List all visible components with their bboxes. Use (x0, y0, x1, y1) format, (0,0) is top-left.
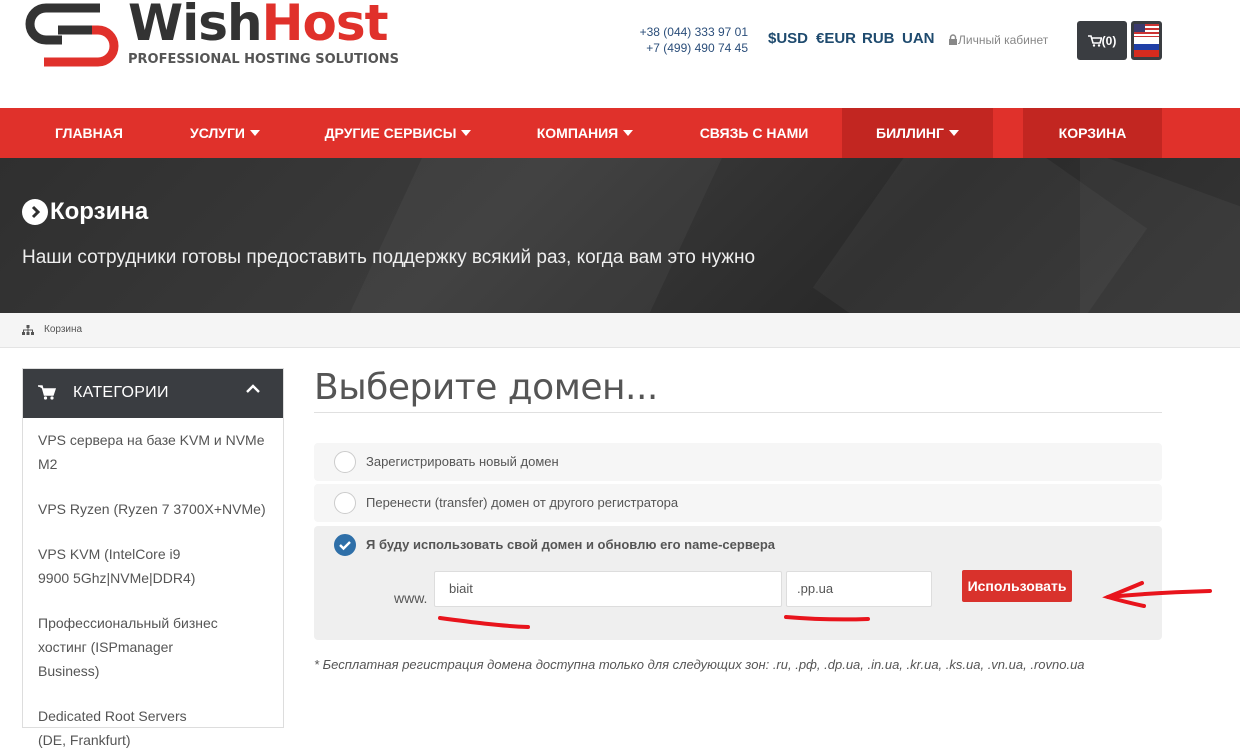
tld-input[interactable]: .pp.ua (786, 571, 932, 607)
categories-panel: КАТЕГОРИИ VPS сервера на базе KVM и NVMe… (22, 368, 284, 748)
chevron-right-icon (22, 199, 48, 225)
caret-down-icon (948, 130, 959, 137)
checkmark-icon (339, 541, 351, 551)
page-subtitle: Наши сотрудники готовы предоставить подд… (22, 247, 756, 268)
nav-services[interactable]: УСЛУГИ (174, 108, 276, 158)
flag-icon (1134, 24, 1159, 57)
sidebar-item-dedicated[interactable]: Dedicated Root Servers (DE, Frankfurt) (23, 704, 223, 752)
www-prefix: www. (394, 590, 428, 606)
domain-name-input[interactable]: biait (434, 571, 782, 607)
top-bar: WishHost PROFESSIONAL HOSTING SOLUTIONS … (0, 0, 1240, 108)
breadcrumb-current: Корзина (44, 324, 83, 335)
nav-cart[interactable]: КОРЗИНА (1023, 108, 1162, 158)
cart-icon (1087, 34, 1102, 47)
option-register-domain[interactable]: Зарегистрировать новый домен (314, 443, 1162, 481)
account-link-label: Личный кабинет (958, 33, 1049, 47)
header-cart-button[interactable]: (0) (1077, 21, 1127, 60)
sitemap-icon[interactable] (22, 325, 34, 335)
sidebar-item-business-hosting[interactable]: Профессиональный бизнес хостинг (ISPmana… (23, 611, 233, 683)
cart-count: (0) (1101, 33, 1117, 48)
logo-mark-icon (25, 3, 119, 67)
categories-header[interactable]: КАТЕГОРИИ (23, 369, 283, 418)
phone-numbers: +38 (044) 333 97 01 +7 (499) 490 74 45 (600, 24, 748, 56)
categories-title: КАТЕГОРИИ (73, 384, 169, 401)
domain-section-title: Выберите домен... (314, 367, 658, 408)
radio-own-domain[interactable] (334, 534, 356, 556)
title-divider (314, 412, 1162, 413)
caret-down-icon (623, 130, 634, 137)
nav-other-services[interactable]: ДРУГИЕ СЕРВИСЫ (312, 108, 484, 158)
page-hero: Корзина Наши сотрудники готовы предостав… (0, 158, 1240, 313)
option-own-domain-label: Я буду использовать свой домен и обновлю… (366, 537, 776, 552)
option-register-label: Зарегистрировать новый домен (366, 454, 559, 469)
free-registration-note: * Бесплатная регистрация домена доступна… (314, 657, 1085, 672)
lock-icon (949, 34, 957, 45)
nav-contact[interactable]: СВЯЗЬ С НАМИ (686, 108, 822, 158)
nav-home[interactable]: ГЛАВНАЯ (40, 108, 138, 158)
radio-register[interactable] (334, 451, 356, 473)
radio-transfer[interactable] (334, 492, 356, 514)
use-domain-button[interactable]: Использовать (962, 570, 1072, 602)
caret-down-icon (250, 130, 260, 137)
nav-billing[interactable]: БИЛЛИНГ (842, 108, 993, 158)
option-own-domain[interactable]: Я буду использовать свой домен и обновлю… (314, 526, 1162, 640)
sidebar-item-vps-kvm-intel[interactable]: VPS KVM (IntelCore i9 9900 5Ghz|NVMe|DDR… (23, 542, 223, 590)
option-transfer-domain[interactable]: Перенести (transfer) домен от другого ре… (314, 484, 1162, 522)
language-switcher[interactable] (1131, 21, 1162, 60)
page-title: Корзина (22, 198, 148, 226)
page-title-text: Корзина (50, 198, 149, 225)
breadcrumb: Корзина (0, 313, 1240, 348)
phone-ru[interactable]: +7 (499) 490 74 45 (600, 40, 748, 56)
currency-rub[interactable]: RUB (862, 30, 895, 47)
cart-icon (38, 385, 56, 400)
logo-tagline: PROFESSIONAL HOSTING SOLUTIONS (128, 52, 399, 67)
nav-company[interactable]: КОМПАНИЯ (520, 108, 650, 158)
main-nav: ГЛАВНАЯ УСЛУГИ ДРУГИЕ СЕРВИСЫ КОМПАНИЯ С… (0, 108, 1240, 158)
phone-ua[interactable]: +38 (044) 333 97 01 (600, 24, 748, 40)
currency-usd[interactable]: $USD (768, 30, 808, 47)
sidebar-item-vps-kvm-nvme[interactable]: VPS сервера на базе KVM и NVMe M2 (23, 428, 283, 476)
logo-wordmark: WishHost (128, 0, 389, 52)
option-transfer-label: Перенести (transfer) домен от другого ре… (366, 495, 679, 510)
wishhost-logo[interactable]: WishHost PROFESSIONAL HOSTING SOLUTIONS (22, 0, 399, 72)
chevron-up-icon[interactable] (245, 383, 261, 395)
account-link[interactable]: Личный кабинет (948, 33, 1048, 47)
currency-eur[interactable]: €EUR (816, 30, 856, 47)
caret-down-icon (461, 130, 472, 137)
currency-uan[interactable]: UAN (902, 30, 935, 47)
sidebar-item-vps-ryzen[interactable]: VPS Ryzen (Ryzen 7 3700X+NVMe) (23, 497, 283, 521)
